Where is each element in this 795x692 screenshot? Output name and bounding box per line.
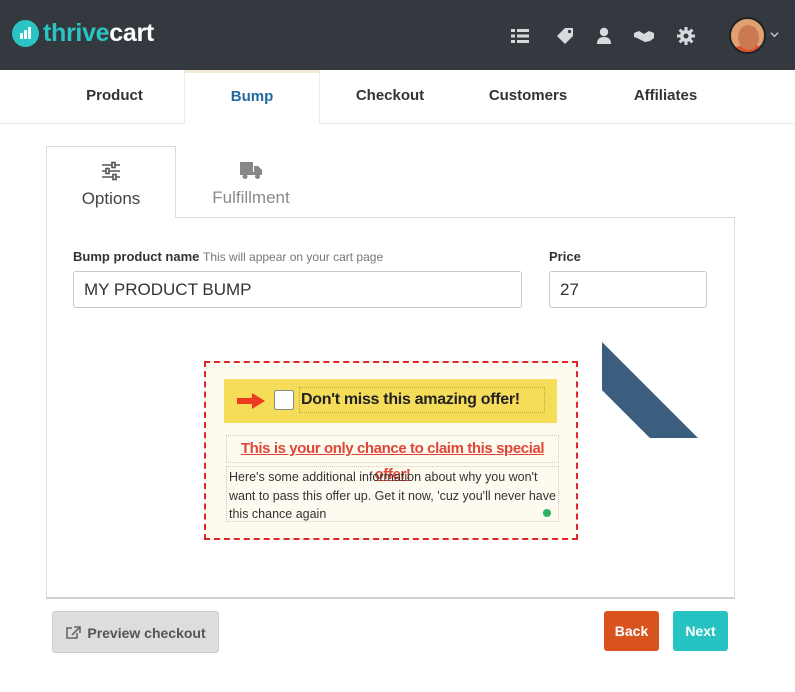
user-avatar[interactable] [729, 17, 766, 54]
subtab-fulfillment[interactable]: Fulfillment [186, 146, 316, 218]
bump-preview[interactable]: Don't miss this amazing offer! This is y… [204, 361, 578, 540]
tab-checkout[interactable]: Checkout [322, 70, 458, 124]
bump-name-hint: This will appear on your cart page [203, 250, 384, 264]
logo-mark-icon [12, 20, 39, 47]
avatar-face [738, 25, 759, 50]
logo-text: thrivecart [43, 20, 154, 47]
bump-headline[interactable]: Don't miss this amazing offer! [299, 387, 545, 413]
next-button[interactable]: Next [673, 611, 728, 651]
subtab-options-label: Options [81, 189, 141, 208]
top-navbar: thrivecart [0, 0, 795, 70]
editable-ribbon: Editable [602, 328, 712, 438]
price-label: Price [549, 249, 581, 264]
gear-icon[interactable] [676, 26, 696, 46]
preview-checkout-button[interactable]: Preview checkout [52, 611, 219, 653]
bump-checkbox[interactable] [274, 390, 294, 410]
bump-name-label: Bump product name This will appear on yo… [73, 249, 383, 264]
tab-customers[interactable]: Customers [460, 70, 596, 124]
thrivecart-logo[interactable]: thrivecart [12, 20, 154, 47]
tab-bump[interactable]: Bump [184, 70, 320, 125]
chevron-down-icon[interactable] [770, 30, 779, 39]
subtab-options[interactable]: Options [46, 146, 176, 218]
list-icon[interactable] [510, 26, 530, 46]
tab-product[interactable]: Product [46, 70, 183, 124]
preview-checkout-label: Preview checkout [87, 625, 206, 641]
tag-icon[interactable] [555, 26, 575, 46]
logo-text-thrive: thrive [43, 19, 110, 47]
handshake-icon[interactable] [633, 26, 655, 46]
options-panel: Bump product name This will appear on yo… [46, 217, 735, 599]
logo-text-cart: cart [109, 19, 154, 47]
user-icon[interactable] [594, 26, 614, 46]
back-button[interactable]: Back [604, 611, 659, 651]
subtab-fulfillment-label: Fulfillment [212, 188, 290, 207]
ribbon-band [602, 341, 712, 438]
truck-icon [240, 162, 262, 179]
main-tabs: Product Bump Checkout Customers Affiliat… [0, 70, 795, 125]
bump-name-input[interactable] [73, 271, 522, 308]
price-input[interactable] [549, 271, 707, 308]
bump-name-label-text: Bump product name [73, 249, 200, 264]
tab-affiliates[interactable]: Affiliates [597, 70, 734, 124]
bump-description[interactable]: Here's some additional information about… [226, 466, 559, 522]
bump-header: Don't miss this amazing offer! [224, 379, 557, 423]
sliders-icon [102, 161, 120, 181]
external-link-icon [66, 626, 82, 639]
bump-offer-text[interactable]: This is your only chance to claim this s… [226, 435, 559, 483]
arrow-right-icon [237, 393, 265, 409]
status-dot [543, 509, 551, 517]
